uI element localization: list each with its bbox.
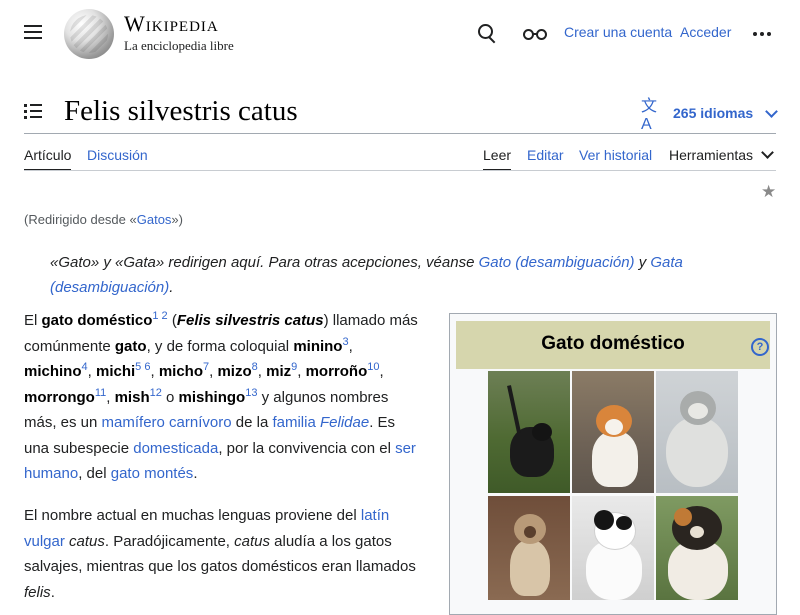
tools-label: Herramientas [669,147,754,163]
chevron-down-icon [761,146,774,159]
language-button[interactable]: 文A 265 idiomas [641,98,779,133]
create-account-link[interactable]: Crear una cuenta [564,24,672,40]
reference-link[interactable]: 12 [150,387,162,399]
link-gato-montes[interactable]: gato montés [111,465,194,482]
hatnote-text: y [634,254,651,271]
cat-photo-grey-longhair[interactable] [656,371,738,493]
cat-photo-siamese[interactable] [488,496,570,600]
search-icon[interactable] [474,20,500,46]
link-mamifero-carnivoro[interactable]: mamífero carnívoro [102,414,232,431]
glasses-icon[interactable] [522,20,548,46]
link-domesticada[interactable]: domesticada [133,440,218,457]
tab-edit[interactable]: Editar [527,146,564,164]
login-link[interactable]: Acceder [680,24,731,40]
cat-photo-black-white[interactable] [572,496,654,600]
tabs-divider [24,170,776,171]
redirect-prefix: (Redirigido desde « [24,212,137,227]
watchlist-star-icon[interactable]: ★ [761,182,776,202]
redirect-suffix: ») [171,212,183,227]
hatnote-text: . [169,279,174,296]
reference-link[interactable]: 13 [245,387,257,399]
reference-link[interactable]: 5 6 [135,361,150,373]
more-icon[interactable] [750,20,776,46]
page-title: Felis silvestris catus [64,95,298,127]
translate-icon: 文A [641,98,658,133]
hatnote-text: «Gato» y «Gata» redirigen aquí. Para otr… [50,254,479,271]
disambiguation-link-gato[interactable]: Gato (desambiguación) [479,254,635,271]
logo-wordmark: Wikipedia [124,11,219,36]
cat-photo-calico[interactable] [656,496,738,600]
term-gato-domestico: gato doméstico [41,312,153,329]
tab-article[interactable]: Artículo [24,146,72,171]
hatnote: «Gato» y «Gata» redirigen aquí. Para otr… [50,250,740,300]
table-of-contents-icon[interactable] [24,104,42,119]
title-divider [24,133,776,134]
menu-icon[interactable] [24,24,42,40]
tab-discussion[interactable]: Discusión [87,146,148,164]
language-count: 265 idiomas [673,105,754,121]
wikipedia-wordmark[interactable]: Wikipedia La enciclopedia libre [124,12,234,54]
help-icon[interactable]: ? [751,338,769,356]
cat-photo-orange-white[interactable] [572,371,654,493]
reference-link[interactable]: 10 [367,361,379,373]
infobox-header: Gato doméstico [456,321,770,369]
redirect-note: (Redirigido desde «Gatos») [24,212,183,227]
link-familia-felidae[interactable]: familia Felidae [272,414,369,431]
logo-tagline: La enciclopedia libre [124,38,234,53]
reference-link[interactable]: 11 [95,387,106,399]
tab-read[interactable]: Leer [483,146,512,171]
tools-menu[interactable]: Herramientas [669,146,774,164]
cat-photo-black[interactable] [488,371,570,493]
scientific-name: Felis silvestris catus [176,312,324,329]
reference-link[interactable]: 1 2 [152,310,167,322]
site-header: Wikipedia La enciclopedia libre Crear un… [0,0,800,66]
intro-paragraph: El gato doméstico1 2 (Felis silvestris c… [24,310,418,483]
wikipedia-globe-logo[interactable] [64,9,114,59]
etymology-paragraph: El nombre actual en muchas lenguas provi… [24,507,416,601]
tab-history[interactable]: Ver historial [579,146,652,164]
chevron-down-icon [765,104,779,118]
redirect-source-link[interactable]: Gatos [137,212,172,227]
infobox-title: Gato doméstico [541,333,685,354]
